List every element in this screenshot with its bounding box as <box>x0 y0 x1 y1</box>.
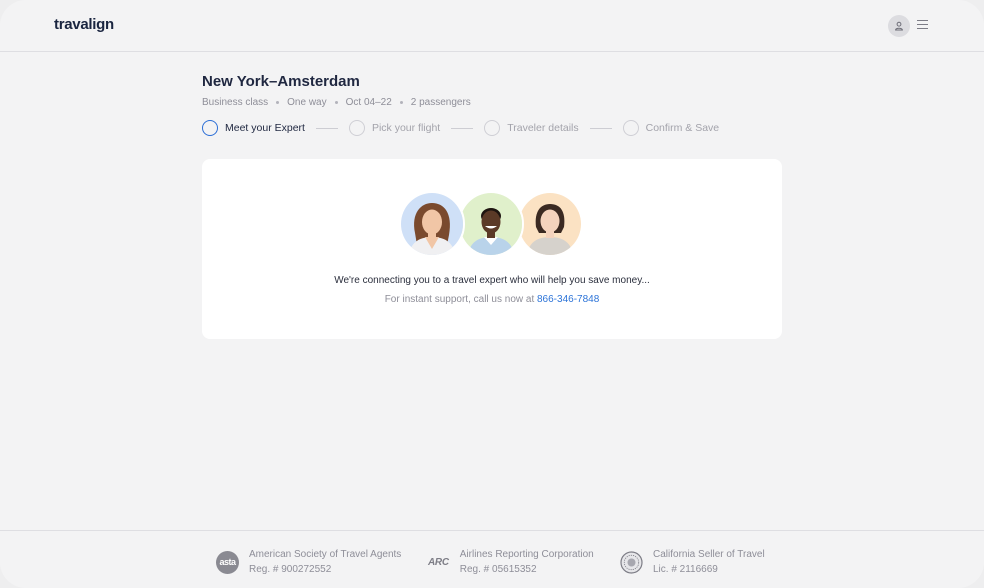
step-circle-icon <box>348 120 365 136</box>
asta-logo-icon: asta <box>216 550 239 574</box>
step-confirm-save[interactable]: Confirm & Save <box>622 120 720 136</box>
step-circle-icon <box>484 120 501 136</box>
step-circle-icon <box>622 120 639 136</box>
support-phone-link[interactable]: 866-346-7848 <box>537 294 599 305</box>
arc-logo-icon: ARC <box>428 556 449 568</box>
badge-reg: Reg. # 900272552 <box>249 564 332 575</box>
trip-route: New York–Amsterdam <box>202 73 360 90</box>
step-label: Traveler details <box>507 122 579 134</box>
separator-dot <box>399 101 403 104</box>
expert-avatar <box>458 191 524 257</box>
support-prefix: For instant support, call us now at <box>384 294 537 305</box>
support-line: For instant support, call us now at 866-… <box>202 294 782 305</box>
step-label: Meet your Expert <box>225 122 305 134</box>
connecting-message: We're connecting you to a travel expert … <box>334 275 650 286</box>
logo[interactable]: travalign <box>54 16 114 33</box>
step-divider <box>315 127 338 129</box>
step-pick-flight[interactable]: Pick your flight <box>348 120 441 136</box>
step-meet-expert[interactable]: Meet your Expert <box>202 120 305 136</box>
trip-type: One way <box>287 97 327 108</box>
step-label: Pick your flight <box>371 122 441 134</box>
menu-icon[interactable] <box>917 20 928 30</box>
trip-dates: Oct 04–22 <box>345 97 392 108</box>
badge-reg: Lic. # 2116669 <box>653 564 718 575</box>
expert-avatars <box>399 191 589 259</box>
arc-badge: ARC Airlines Reporting Corporation Reg. … <box>428 547 594 577</box>
badge-title: American Society of Travel Agents <box>249 549 402 560</box>
asta-badge: asta American Society of Travel Agents R… <box>216 547 401 577</box>
footer: asta American Society of Travel Agents R… <box>0 530 984 588</box>
separator-dot <box>334 101 338 104</box>
passenger-count: 2 passengers <box>410 97 471 108</box>
step-label: Confirm & Save <box>645 122 720 134</box>
progress-steps: Meet your Expert Pick your flight Travel… <box>202 120 719 136</box>
user-icon[interactable] <box>888 15 910 37</box>
step-circle-icon <box>202 120 218 136</box>
app-frame: travalign New York–Amsterdam Business cl… <box>0 0 984 588</box>
expert-avatar <box>399 191 465 257</box>
header: travalign <box>0 0 984 52</box>
step-divider <box>451 127 474 129</box>
step-traveler-details[interactable]: Traveler details <box>484 120 579 136</box>
expert-card: We're connecting you to a travel expert … <box>202 159 782 339</box>
badge-title: California Seller of Travel <box>653 549 765 560</box>
step-divider <box>589 127 612 129</box>
california-badge: California Seller of Travel Lic. # 21166… <box>620 547 765 577</box>
expert-avatar <box>517 191 583 257</box>
trip-meta: Business class One way Oct 04–22 2 passe… <box>202 97 471 108</box>
badge-title: Airlines Reporting Corporation <box>459 549 594 560</box>
cabin-class: Business class <box>202 97 269 108</box>
california-seal-icon <box>620 550 643 574</box>
separator-dot <box>276 101 280 104</box>
badge-reg: Reg. # 05615352 <box>459 564 537 575</box>
